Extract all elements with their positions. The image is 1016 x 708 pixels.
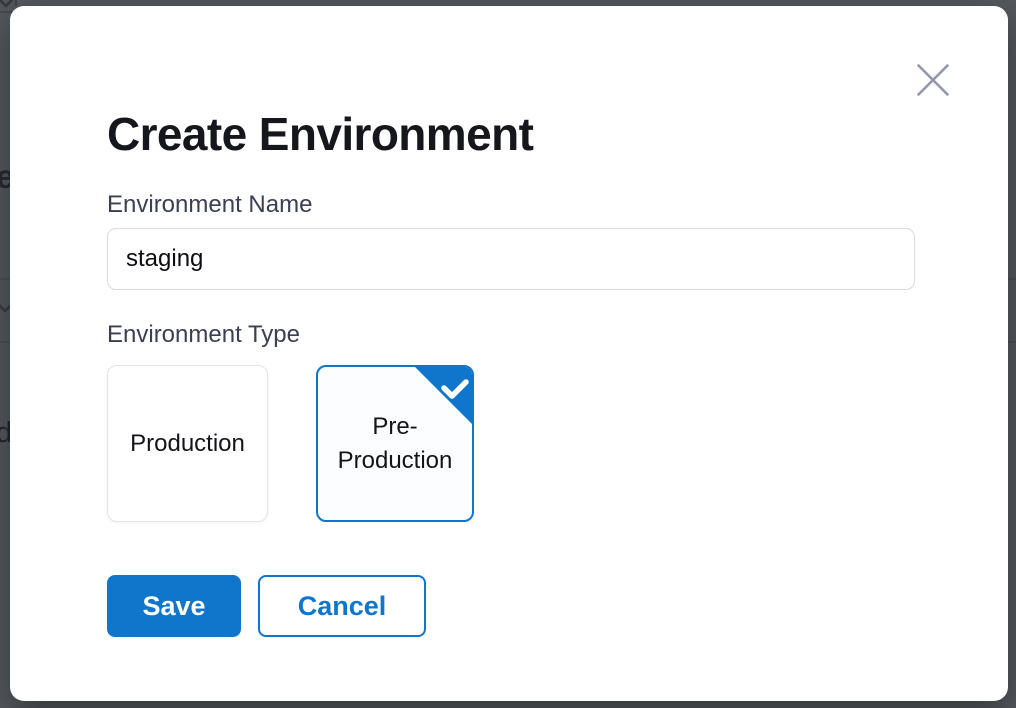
- option-card-pre-production[interactable]: Pre-Production: [316, 365, 474, 522]
- close-button[interactable]: [909, 56, 957, 104]
- screen: e d Create Environment Environment Name …: [0, 0, 1016, 708]
- close-icon: [917, 64, 949, 96]
- environment-name-label: Environment Name: [107, 191, 312, 219]
- background-divider-fragment: [0, 11, 12, 13]
- cancel-button[interactable]: Cancel: [258, 575, 426, 637]
- chevron-down-icon: [0, 0, 15, 9]
- option-label: Production: [116, 427, 259, 461]
- create-environment-dialog: Create Environment Environment Name Envi…: [10, 6, 1008, 701]
- dialog-title: Create Environment: [107, 107, 533, 161]
- save-button[interactable]: Save: [107, 575, 241, 637]
- background-border-fragment: [15, 0, 17, 6]
- option-card-production[interactable]: Production: [107, 365, 268, 522]
- environment-name-input[interactable]: [107, 228, 915, 290]
- option-label: Pre-Production: [318, 410, 472, 478]
- environment-type-label: Environment Type: [107, 321, 300, 349]
